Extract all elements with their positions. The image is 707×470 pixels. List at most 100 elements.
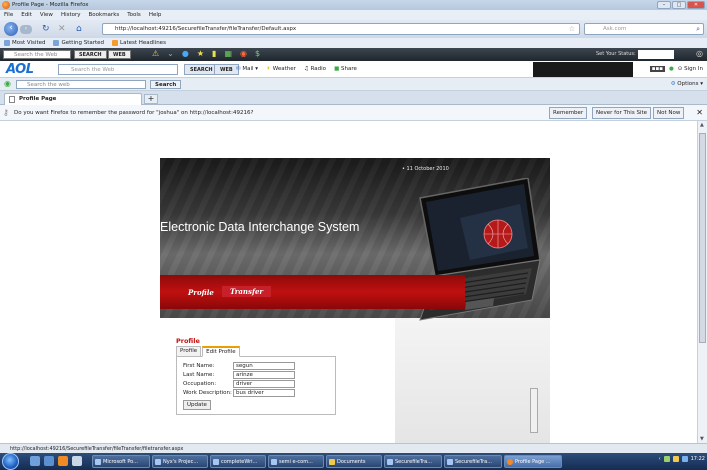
never-for-site-button[interactable]: Never for This Site [592, 107, 652, 119]
bookmark-star-icon[interactable]: ☆ [569, 25, 575, 33]
menu-view[interactable]: View [40, 12, 53, 18]
quick-launch-icon[interactable] [72, 456, 82, 466]
toolbar3-search-button[interactable]: Search [150, 80, 182, 89]
home-icon[interactable]: ⌂ [76, 24, 82, 34]
minimize-button[interactable]: – [657, 1, 671, 9]
forward-button[interactable]: › [20, 25, 32, 34]
bookmark-most-visited[interactable]: Most Visited [4, 40, 45, 46]
site-title: Electronic Data Interchange System [160, 220, 360, 234]
bookmark-label: Latest Headlines [120, 40, 166, 46]
rss-icon [112, 40, 119, 46]
network-icon[interactable] [663, 456, 670, 462]
toolbar1-web-button[interactable]: WEB [108, 50, 131, 59]
menu-tools[interactable]: Tools [127, 12, 141, 18]
globe-icon[interactable]: ● [182, 49, 189, 58]
app-icon [447, 459, 453, 465]
url-bar[interactable]: http://localhost:49216/SecurefileTransfe… [102, 23, 580, 35]
menu-help[interactable]: Help [149, 12, 162, 18]
first-name-field[interactable]: segun [233, 361, 295, 370]
bookmark-latest-headlines[interactable]: Latest Headlines [112, 40, 166, 46]
menu-history[interactable]: History [61, 12, 81, 18]
nav-profile-link[interactable]: Profile [188, 288, 214, 297]
share-link[interactable]: ■ Share [334, 66, 357, 72]
not-now-button[interactable]: Not Now [653, 107, 685, 119]
bookmarks-toolbar: Most Visited Getting Started Latest Head… [0, 38, 707, 48]
close-notification-icon[interactable]: ✕ [696, 108, 703, 117]
start-button[interactable] [2, 453, 19, 470]
money-icon[interactable]: $ [255, 49, 260, 58]
options-menu[interactable]: ⚙ Options ▾ [671, 81, 703, 87]
chevron-down-icon[interactable]: ⌄ [167, 49, 174, 58]
clock[interactable]: 17:22 [691, 456, 705, 462]
taskbar-item[interactable]: SecurefileTra... [384, 455, 442, 468]
camera-icon[interactable]: ◉ [240, 49, 247, 58]
search-icon[interactable]: ⌕ [696, 25, 700, 34]
last-name-field[interactable]: arinze [233, 370, 295, 379]
work-description-field[interactable]: bus driver [233, 388, 295, 397]
close-button[interactable]: ✕ [687, 1, 705, 9]
taskbar-item[interactable]: Microsoft Po... [92, 455, 150, 468]
app-icon [387, 459, 393, 465]
vertical-scrollbar[interactable]: ▲ ▼ [697, 121, 707, 443]
aol-logo[interactable]: AOL [6, 62, 34, 77]
tab-profile-page[interactable]: Profile Page [4, 93, 142, 105]
bookmark-icon [4, 40, 10, 46]
password-notification-bar: ⚷ Do you want Firefox to remember the pa… [0, 105, 707, 121]
reload-icon[interactable]: ↻ [42, 24, 50, 34]
taskbar-item[interactable]: completeWri... [210, 455, 266, 468]
app-icon [155, 459, 161, 465]
stop-icon[interactable]: ✕ [58, 24, 66, 34]
star-icon[interactable]: ★ [197, 49, 204, 58]
radio-link[interactable]: ♫ Radio [304, 66, 326, 72]
tab-profile[interactable]: Profile [176, 346, 202, 357]
window-title-bar: Profile Page - Mozilla Firefox – □ ✕ [0, 0, 707, 10]
aol-search-input[interactable]: Search the Web [58, 64, 178, 75]
tab-edit-profile[interactable]: Edit Profile [202, 346, 240, 357]
nav-transfer-link[interactable]: Transfer [222, 286, 272, 297]
menu-bookmarks[interactable]: Bookmarks [89, 12, 120, 18]
update-button[interactable]: Update [183, 400, 211, 410]
alert-icon[interactable]: ⚠ [152, 49, 159, 58]
taskbar-item-active[interactable]: Profile Page ... [504, 455, 562, 468]
menu-file[interactable]: File [4, 12, 13, 18]
scrollbar-thumb[interactable] [699, 133, 706, 343]
bookmark-getting-started[interactable]: Getting Started [53, 40, 104, 46]
tray-app-icon[interactable] [672, 456, 679, 462]
quick-launch-icon[interactable] [58, 456, 68, 466]
weather-link[interactable]: ☀ Weather [266, 66, 296, 72]
settings-icon[interactable]: ◎ [696, 49, 703, 58]
new-tab-button[interactable]: + [144, 94, 158, 104]
menu-edit[interactable]: Edit [21, 12, 32, 18]
task-label: Nyx's Projec... [163, 459, 199, 465]
maximize-button[interactable]: □ [672, 1, 686, 9]
search-bar[interactable]: Ask.com ⌕ [584, 23, 704, 35]
volume-icon[interactable] [681, 456, 688, 462]
form-row-first-name: First Name: segun [183, 361, 329, 370]
inner-scrollbar[interactable] [530, 388, 538, 433]
mail-link[interactable]: ✉ Mail ▾ [236, 66, 258, 72]
mail-label: Mail [242, 66, 254, 72]
quick-launch-icon[interactable] [30, 456, 40, 466]
sign-in-link[interactable]: ⊙ Sign In [678, 66, 703, 72]
taskbar-item[interactable]: SecurefileTra... [444, 455, 502, 468]
aol-ad-box [533, 62, 633, 77]
taskbar-item[interactable]: Nyx's Projec... [152, 455, 208, 468]
options-icon: ⚙ [670, 81, 676, 87]
toolbar3-logo-icon[interactable]: ◉ [4, 79, 11, 88]
scroll-down-icon[interactable]: ▼ [700, 436, 704, 442]
back-button[interactable]: ‹ [4, 22, 18, 36]
url-text: http://localhost:49216/SecurefileTransfe… [115, 26, 297, 32]
quick-launch-icon[interactable] [44, 456, 54, 466]
toolbar3-search-input[interactable]: Search the web [16, 80, 146, 89]
tray-chevron-icon[interactable]: ‹ [659, 456, 661, 462]
remember-button[interactable]: Remember [549, 107, 588, 119]
toolbar1-search-button[interactable]: SEARCH [74, 50, 107, 59]
status-input[interactable] [638, 50, 674, 59]
taskbar-item[interactable]: semi e-com... [268, 455, 324, 468]
toolbar1-search-input[interactable]: Search the Web [3, 50, 71, 59]
chart-icon[interactable]: ▦ [224, 49, 232, 58]
occupation-field[interactable]: driver [233, 379, 295, 388]
scroll-up-icon[interactable]: ▲ [700, 122, 704, 128]
bulb-icon[interactable]: ▮ [212, 49, 216, 58]
taskbar-item[interactable]: Documents [326, 455, 382, 468]
